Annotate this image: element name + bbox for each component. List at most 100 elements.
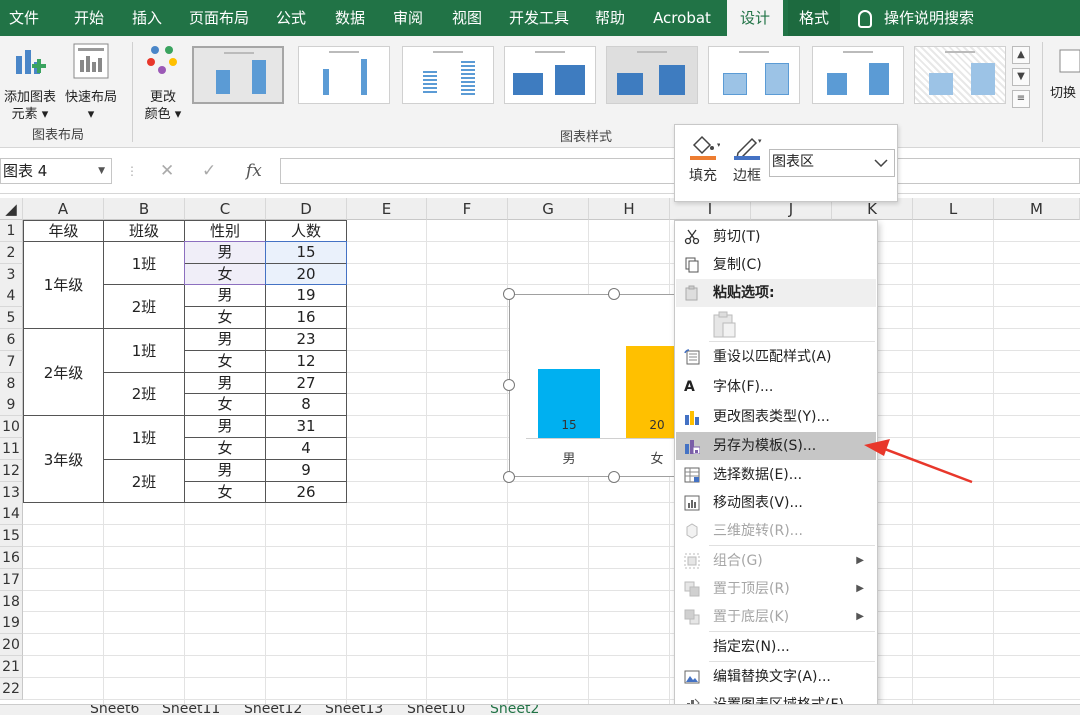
gender-cell[interactable]: 女: [185, 263, 266, 286]
row-header[interactable]: 10: [0, 416, 23, 439]
gallery-scroll-down-button[interactable]: ▼: [1012, 68, 1030, 86]
row-header[interactable]: 11: [0, 438, 23, 460]
sheet-tab[interactable]: Sheet11: [162, 705, 220, 715]
gender-cell[interactable]: 女: [185, 350, 266, 373]
tab-design[interactable]: 设计: [727, 0, 783, 36]
count-cell[interactable]: 31: [266, 416, 347, 438]
count-cell[interactable]: 4: [266, 438, 347, 460]
tab-formulas[interactable]: 公式: [265, 0, 317, 36]
gender-cell[interactable]: 男: [185, 372, 266, 395]
switch-row-column-button[interactable]: 切换: [1050, 46, 1080, 102]
chart-style-1[interactable]: [192, 46, 284, 104]
gender-cell[interactable]: 女: [185, 307, 266, 329]
sheet-tab[interactable]: Sheet13: [325, 705, 383, 715]
row-header[interactable]: 8: [0, 372, 23, 395]
row-header[interactable]: 9: [0, 394, 23, 417]
gender-cell[interactable]: 男: [185, 416, 266, 438]
menu-item-edit-alt-text[interactable]: 编辑替换文字(A)...: [676, 663, 876, 691]
menu-item-reset-style[interactable]: 重设以匹配样式(A): [676, 343, 876, 371]
count-cell[interactable]: 20: [266, 263, 347, 286]
fill-button[interactable]: ▾ 填充: [681, 133, 725, 185]
count-cell[interactable]: 8: [266, 394, 347, 417]
row-header[interactable]: 3: [0, 263, 23, 286]
insert-function-icon[interactable]: fx: [246, 158, 262, 184]
tab-insert[interactable]: 插入: [120, 0, 174, 36]
menu-item-font[interactable]: A 字体(F)...: [676, 373, 876, 401]
chart-style-2[interactable]: [298, 46, 390, 104]
resize-handle-l[interactable]: [503, 379, 515, 391]
resize-handle-bl[interactable]: [503, 471, 515, 483]
gender-cell[interactable]: 男: [185, 285, 266, 308]
column-header[interactable]: H: [589, 198, 670, 220]
gender-cell[interactable]: 女: [185, 394, 266, 417]
paste-option-icon[interactable]: [711, 311, 737, 338]
tell-me-search[interactable]: 操作说明搜索: [858, 0, 974, 36]
menu-item-assign-macro[interactable]: 指定宏(N)...: [676, 633, 876, 661]
resize-handle-tl[interactable]: [503, 288, 515, 300]
border-button[interactable]: ▾ 边框: [725, 133, 769, 185]
gallery-more-button[interactable]: ≡: [1012, 90, 1030, 108]
row-header[interactable]: 4: [0, 285, 23, 308]
column-header[interactable]: E: [347, 198, 427, 220]
menu-item-change-chart-type[interactable]: 更改图表类型(Y)...: [676, 403, 876, 431]
count-cell[interactable]: 16: [266, 307, 347, 329]
count-cell[interactable]: 15: [266, 241, 347, 264]
row-header[interactable]: 19: [0, 612, 23, 635]
gender-cell[interactable]: 女: [185, 481, 266, 504]
column-header[interactable]: L: [913, 198, 994, 220]
quick-layout-button[interactable]: 快速布局 ▾: [62, 42, 120, 123]
row-header[interactable]: 22: [0, 677, 23, 700]
row-header[interactable]: 20: [0, 634, 23, 657]
gender-cell[interactable]: 男: [185, 459, 266, 482]
chart-style-7[interactable]: [812, 46, 904, 104]
column-header[interactable]: C: [185, 198, 266, 220]
grade-cell[interactable]: 3年级: [23, 416, 104, 504]
count-cell[interactable]: 23: [266, 329, 347, 351]
chart-style-3[interactable]: [402, 46, 494, 104]
tab-help[interactable]: 帮助: [584, 0, 636, 36]
chart-style-4[interactable]: [504, 46, 596, 104]
cancel-icon[interactable]: ✕: [160, 158, 174, 184]
column-header[interactable]: M: [994, 198, 1080, 220]
sheet-tab[interactable]: Sheet12: [244, 705, 302, 715]
menu-item-move-chart[interactable]: 移动图表(V)...: [676, 489, 876, 517]
row-header[interactable]: 16: [0, 547, 23, 569]
column-header[interactable]: B: [104, 198, 185, 220]
sheet-tab[interactable]: Sheet10: [407, 705, 465, 715]
menu-item-save-as-template[interactable]: 另存为模板(S)...: [676, 432, 876, 460]
table-header-cell[interactable]: 性别: [185, 220, 266, 242]
count-cell[interactable]: 12: [266, 350, 347, 373]
name-box[interactable]: 图表 4 ▼: [0, 158, 112, 184]
class-cell[interactable]: 1班: [104, 241, 185, 286]
chevron-down-icon[interactable]: ▼: [98, 159, 105, 183]
table-header-cell[interactable]: 年级: [23, 220, 104, 242]
chart-style-6[interactable]: [708, 46, 800, 104]
menu-item-select-data[interactable]: 选择数据(E)...: [676, 461, 876, 489]
chart-element-select[interactable]: 图表区: [769, 149, 895, 177]
row-header[interactable]: 17: [0, 568, 23, 591]
class-cell[interactable]: 2班: [104, 372, 185, 417]
sheet-tab-active[interactable]: Sheet2: [490, 705, 539, 715]
column-header[interactable]: F: [427, 198, 508, 220]
table-header-cell[interactable]: 班级: [104, 220, 185, 242]
tab-page-layout[interactable]: 页面布局: [180, 0, 258, 36]
gender-cell[interactable]: 男: [185, 329, 266, 351]
tab-data[interactable]: 数据: [323, 0, 377, 36]
tab-view[interactable]: 视图: [440, 0, 494, 36]
row-header[interactable]: 12: [0, 459, 23, 482]
select-all-corner[interactable]: ◢: [0, 198, 23, 220]
resize-handle-b[interactable]: [608, 471, 620, 483]
gender-cell[interactable]: 男: [185, 241, 266, 264]
tab-format[interactable]: 格式: [788, 0, 840, 36]
row-header[interactable]: 2: [0, 241, 23, 264]
count-cell[interactable]: 19: [266, 285, 347, 308]
table-header-cell[interactable]: 人数: [266, 220, 347, 242]
class-cell[interactable]: 1班: [104, 416, 185, 460]
class-cell[interactable]: 2班: [104, 285, 185, 329]
row-header[interactable]: 13: [0, 481, 23, 504]
row-header[interactable]: 7: [0, 350, 23, 373]
column-header[interactable]: G: [508, 198, 589, 220]
menu-item-copy[interactable]: 复制(C): [676, 251, 876, 279]
add-chart-element-button[interactable]: 添加图表 元素 ▾: [0, 42, 60, 123]
row-header[interactable]: 14: [0, 503, 23, 526]
